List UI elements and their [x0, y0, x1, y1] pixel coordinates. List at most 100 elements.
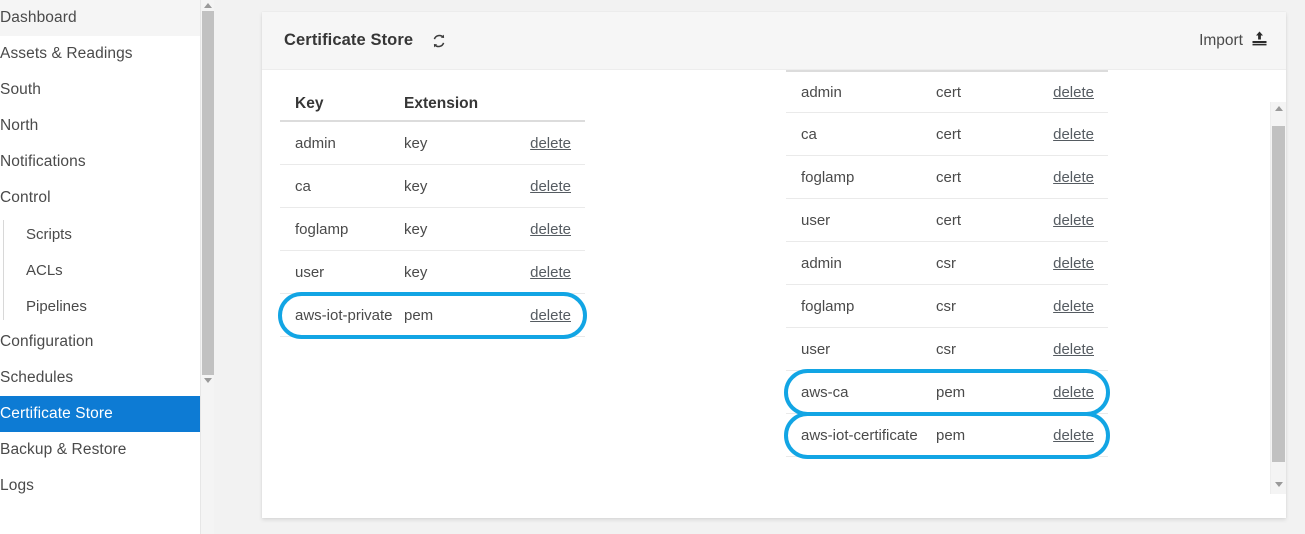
delete-link[interactable]: delete — [1053, 384, 1094, 401]
sidebar-item-label: Dashboard — [0, 9, 77, 27]
sidebar-subitem-label: ACLs — [26, 262, 63, 279]
delete-link[interactable]: delete — [530, 264, 571, 281]
table-row: admincert delete — [786, 70, 1108, 113]
cell-key: ca — [786, 126, 936, 143]
sidebar-item-control[interactable]: Control — [0, 180, 200, 216]
cell-extension: pem — [936, 384, 1031, 401]
sidebar-subitem-acls[interactable]: ACLs — [0, 252, 200, 288]
cell-key: foglamp — [786, 169, 936, 186]
cell-key: foglamp — [786, 298, 936, 315]
sidebar-item-certificate-store[interactable]: Certificate Store — [0, 396, 200, 432]
sidebar-item-assets-readings[interactable]: Assets & Readings — [0, 36, 200, 72]
cell-extension: pem — [404, 307, 499, 324]
cell-key: aws-iot-certificate — [786, 427, 936, 444]
cell-key: foglamp — [280, 221, 404, 238]
delete-link[interactable]: delete — [530, 178, 571, 195]
sidebar-subitem-scripts[interactable]: Scripts — [0, 216, 200, 252]
cell-key: admin — [786, 84, 936, 101]
cell-extension: csr — [936, 255, 1031, 272]
import-button-label: Import — [1199, 32, 1243, 50]
sidebar-item-label: Schedules — [0, 369, 73, 387]
delete-link[interactable]: delete — [1053, 255, 1094, 272]
delete-link[interactable]: delete — [1053, 427, 1094, 444]
sidebar-subitem-label: Scripts — [26, 226, 72, 243]
content-scroll-down-arrow-icon[interactable] — [1271, 480, 1286, 492]
card-body: Key Extension adminkeydeletecakeydeletef… — [262, 70, 1286, 518]
import-button[interactable]: Import — [1199, 30, 1268, 52]
cell-extension: key — [404, 221, 499, 238]
table-row: cacertdelete — [786, 113, 1108, 156]
sidebar-scrollbar[interactable] — [200, 0, 214, 534]
cell-extension: cert — [936, 84, 1031, 101]
sidebar-item-notifications[interactable]: Notifications — [0, 144, 200, 180]
cell-extension: csr — [936, 298, 1031, 315]
key-table-header: Key Extension — [280, 88, 585, 122]
sidebar-item-label: Backup & Restore — [0, 441, 127, 459]
sidebar-subitem-label: Pipelines — [26, 298, 87, 315]
key-table: Key Extension adminkeydeletecakeydeletef… — [280, 88, 585, 337]
cell-extension: cert — [936, 212, 1031, 229]
sidebar-item-label: Logs — [0, 477, 34, 495]
cell-key: aws-ca — [786, 384, 936, 401]
delete-link[interactable]: delete — [530, 135, 571, 152]
sidebar-subitem-pipelines[interactable]: Pipelines — [0, 288, 200, 324]
cell-key: user — [786, 212, 936, 229]
sidebar-item-north[interactable]: North — [0, 108, 200, 144]
delete-link[interactable]: delete — [530, 307, 571, 324]
cell-key: ca — [280, 178, 404, 195]
sidebar-scrollbar-thumb[interactable] — [202, 11, 214, 375]
sidebar-item-logs[interactable]: Logs — [0, 468, 200, 504]
table-row: cakeydelete — [280, 165, 585, 208]
cell-extension: key — [404, 264, 499, 281]
cell-key: admin — [280, 135, 404, 152]
sidebar-item-south[interactable]: South — [0, 72, 200, 108]
sidebar-item-label: Notifications — [0, 153, 86, 171]
cell-extension: pem — [936, 427, 1031, 444]
sidebar-item-backup-restore[interactable]: Backup & Restore — [0, 432, 200, 468]
cell-key: user — [280, 264, 404, 281]
refresh-icon[interactable] — [429, 31, 449, 51]
certificate-store-card: Certificate Store Import — [262, 12, 1286, 518]
certificate-table-body: admincertdeletecacertdeletefoglampcertde… — [786, 70, 1108, 457]
sidebar-item-label: Control — [0, 189, 51, 207]
delete-link[interactable]: delete — [1053, 212, 1094, 229]
cell-extension: cert — [936, 169, 1031, 186]
sidebar-item-label: Assets & Readings — [0, 45, 133, 63]
app-root: Dashboard Assets & Readings South North Noti… — [0, 0, 1305, 534]
cell-extension: csr — [936, 341, 1031, 358]
table-row: aws-iot-certificatepem delete — [786, 414, 1108, 457]
scroll-down-arrow-icon[interactable] — [201, 376, 215, 386]
sidebar-item-label: North — [0, 117, 38, 135]
delete-link[interactable]: delete — [1053, 126, 1094, 143]
sidebar-navigation: Dashboard Assets & Readings South North Noti… — [0, 0, 200, 534]
card-header: Certificate Store Import — [262, 12, 1286, 70]
table-row: foglampkey delete — [280, 208, 585, 251]
sidebar-item-schedules[interactable]: Schedules — [0, 360, 200, 396]
sidebar-item-configuration[interactable]: Configuration — [0, 324, 200, 360]
upload-icon — [1251, 30, 1268, 52]
table-row: adminkeydelete — [280, 122, 585, 165]
sidebar-item-dashboard[interactable]: Dashboard — [0, 0, 200, 36]
table-row: userkey delete — [280, 251, 585, 294]
table-row: admincsr delete — [786, 242, 1108, 285]
sidebar-subgroup-control: Scripts ACLs Pipelines — [0, 216, 200, 324]
delete-link[interactable]: delete — [1053, 84, 1094, 101]
delete-link[interactable]: delete — [1053, 341, 1094, 358]
content-scrollbar-thumb[interactable] — [1272, 126, 1285, 462]
table-row: foglampcsr delete — [786, 285, 1108, 328]
delete-link[interactable]: delete — [1053, 169, 1094, 186]
cell-key: aws-iot-private — [280, 307, 404, 324]
cell-key: user — [786, 341, 936, 358]
table-row: foglampcert delete — [786, 156, 1108, 199]
delete-link[interactable]: delete — [1053, 298, 1094, 315]
content-scrollbar[interactable] — [1270, 102, 1286, 494]
cell-key: admin — [786, 255, 936, 272]
certificate-table: admincertdeletecacertdeletefoglampcertde… — [786, 70, 1108, 457]
column-header-key: Key — [280, 95, 404, 113]
delete-link[interactable]: delete — [530, 221, 571, 238]
sidebar-item-label: Configuration — [0, 333, 94, 351]
table-row: aws-iot-privatepem delete — [280, 294, 585, 337]
content-scroll-up-arrow-icon[interactable] — [1271, 104, 1286, 116]
scroll-up-arrow-icon[interactable] — [201, 1, 215, 11]
key-table-body: adminkeydeletecakeydeletefoglampkeydelet… — [280, 122, 585, 337]
